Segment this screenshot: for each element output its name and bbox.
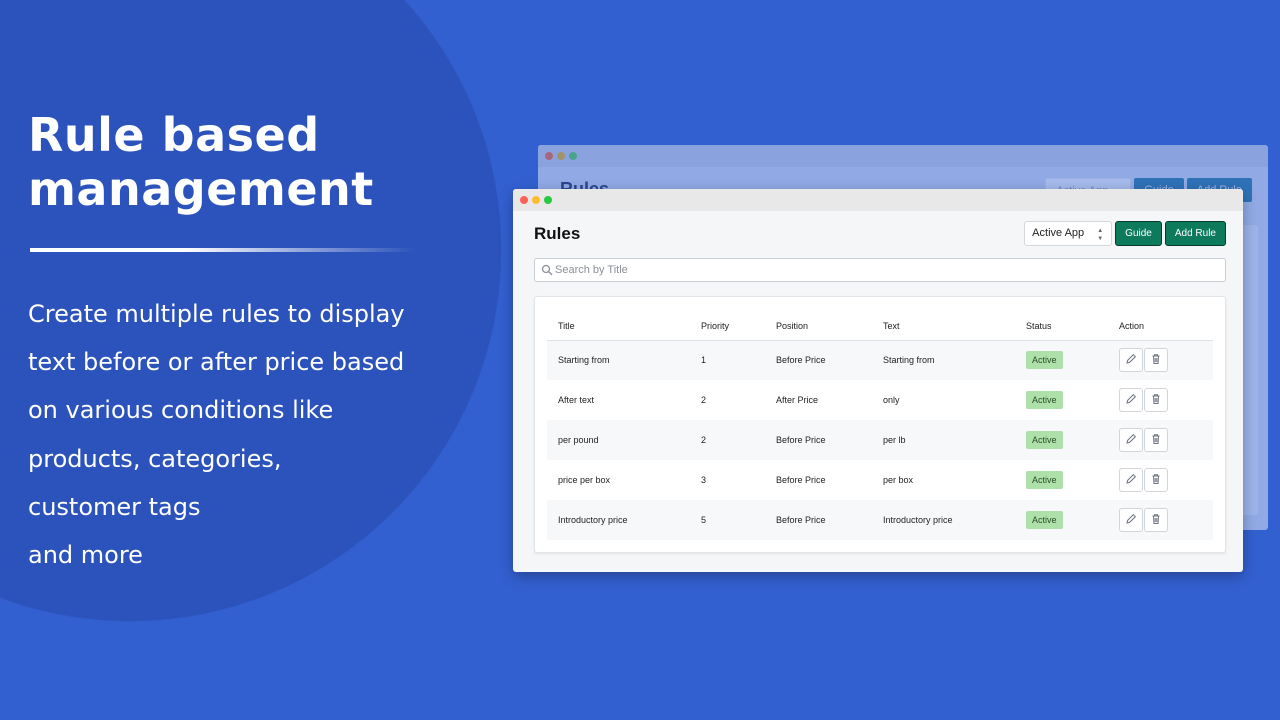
cell-priority: 2 (701, 435, 707, 445)
cell-text: per lb (883, 435, 906, 445)
back-title-bar (538, 145, 1268, 167)
maximize-button[interactable] (544, 196, 552, 204)
title-line: management (28, 162, 374, 216)
edit-button[interactable] (1119, 348, 1143, 373)
cell-status: Active (1015, 340, 1108, 380)
edit-button[interactable] (1119, 388, 1143, 412)
select-arrows-icon: ▲ ▼ (1097, 228, 1104, 242)
cell-status: Active (1015, 420, 1108, 460)
table-row: After text 2 After Price only Active (547, 380, 1213, 420)
trash-icon (1150, 473, 1162, 487)
back-maximize-dot (569, 152, 577, 160)
divider (30, 248, 415, 252)
cell-action (1108, 500, 1213, 540)
cell-status: Active (1015, 500, 1108, 540)
cell-priority: 5 (701, 515, 707, 525)
description-line: text before or after price based (28, 348, 405, 377)
table-row: Introductory price 5 Before Price Introduct… (547, 500, 1213, 540)
edit-button[interactable] (1119, 428, 1143, 452)
edit-button[interactable] (1119, 468, 1143, 492)
add-rule-button[interactable]: Add Rule (1164, 221, 1226, 246)
table-row: Starting from 1 Before Price Starting from A… (547, 340, 1213, 380)
table-row: per pound 2 Before Price per lb Active (547, 420, 1213, 460)
pencil-icon (1125, 393, 1137, 407)
cell-position: Before Price (776, 355, 826, 366)
select-value: Active App (1032, 227, 1085, 239)
pencil-icon (1125, 473, 1137, 487)
cell-text: Starting from (883, 355, 935, 366)
hero-description: Create multiple rules to display text be… (28, 290, 468, 579)
cell-text: per box (883, 475, 914, 485)
status-badge: Active (1026, 351, 1063, 370)
status-badge: Active (1026, 511, 1063, 529)
delete-button[interactable] (1144, 348, 1168, 373)
column-header: Action (1108, 312, 1213, 341)
column-header: Status (1015, 312, 1108, 341)
column-header: Position (765, 312, 872, 341)
cell-title: per pound (558, 435, 599, 445)
app-window: Rules Active App ▲ ▼ Guide Add Rule Search… (513, 189, 1243, 572)
cell-position: Before Price (776, 475, 826, 485)
cell-position: After Price (776, 395, 819, 405)
cell-title: price per box (558, 475, 611, 485)
header-row: Title Priority Position Text Status Action (547, 312, 1213, 341)
trash-icon (1150, 393, 1162, 407)
cell-action (1108, 460, 1213, 500)
cell-title: After text (558, 395, 595, 405)
status-badge: Active (1026, 391, 1063, 409)
status-badge: Active (1026, 431, 1063, 449)
cell-text: only (883, 395, 900, 405)
cell-priority: 3 (701, 475, 707, 485)
app-status-select[interactable]: Active App ▲ ▼ (1024, 221, 1113, 246)
cell-action (1108, 380, 1213, 420)
page-title: Rules (534, 224, 581, 243)
pencil-icon (1125, 353, 1137, 367)
rules-table: Title Priority Position Text Status Action St… (547, 312, 1213, 540)
delete-button[interactable] (1144, 468, 1168, 492)
delete-button[interactable] (1144, 428, 1168, 452)
description-line: products, categories, (28, 444, 282, 473)
cell-priority: 2 (701, 395, 707, 405)
hero-title: Rule based management (28, 108, 468, 216)
minimize-button[interactable] (532, 196, 540, 204)
cell-status: Active (1015, 380, 1108, 420)
description-line: on various conditions like (28, 396, 334, 425)
description-line: Create multiple rules to display (28, 300, 405, 328)
column-header: Priority (690, 312, 765, 341)
cell-position: Before Price (776, 435, 826, 445)
column-header: Text (872, 312, 1015, 341)
cell-title: Starting from (558, 355, 610, 366)
edit-button[interactable] (1119, 508, 1143, 532)
column-header: Title (547, 312, 690, 341)
description-line: and more (28, 541, 143, 570)
status-badge: Active (1026, 471, 1063, 489)
cell-status: Active (1015, 460, 1108, 500)
delete-button[interactable] (1144, 388, 1168, 412)
cell-title: Introductory price (558, 515, 628, 525)
title-line: Rule based (28, 108, 320, 162)
close-button[interactable] (520, 196, 528, 204)
guide-button[interactable]: Guide (1115, 221, 1162, 246)
cell-position: Before Price (776, 515, 826, 525)
table-row: price per box 3 Before Price per box Active (547, 460, 1213, 500)
back-minimize-dot (557, 152, 565, 160)
trash-icon (1150, 513, 1162, 527)
cell-action (1108, 340, 1213, 380)
trash-icon (1150, 353, 1162, 367)
cell-priority: 1 (701, 355, 707, 366)
search-placeholder: Search by Title (555, 264, 628, 276)
trash-icon (1150, 433, 1162, 447)
cell-action (1108, 420, 1213, 460)
search-input[interactable]: Search by Title (534, 258, 1226, 282)
back-close-dot (545, 152, 553, 160)
cell-text: Introductory price (883, 515, 953, 525)
title-bar (513, 189, 1243, 211)
search-icon (541, 264, 553, 276)
rules-table-card: Title Priority Position Text Status Action St… (534, 296, 1226, 553)
pencil-icon (1125, 433, 1137, 447)
description-line: customer tags (28, 492, 201, 521)
pencil-icon (1125, 513, 1137, 527)
delete-button[interactable] (1144, 508, 1168, 532)
